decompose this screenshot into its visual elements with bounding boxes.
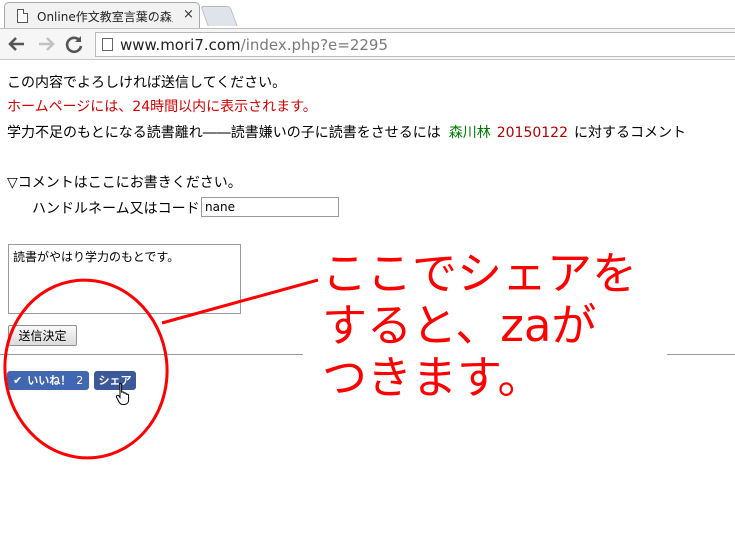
article-author: 森川林 <box>448 125 491 141</box>
page-icon <box>102 38 113 51</box>
like-label: いいね！ <box>27 374 72 387</box>
document-icon <box>17 9 28 23</box>
forward-arrow-icon[interactable] <box>35 33 57 55</box>
url-host: www.mori7.com <box>120 36 241 54</box>
annotation-line-1: ここでシェアを <box>322 247 638 300</box>
address-bar[interactable]: www.mori7.com/index.php?e=2295 <box>95 32 735 57</box>
comment-textarea[interactable]: 読書がやはり学力のもとです。 <box>8 244 241 314</box>
annotation-text: ここでシェアを すると、zaが つきます。 <box>322 248 637 404</box>
tab-title: Online作文教室言葉の森／ <box>37 10 173 24</box>
article-suffix: に対するコメント <box>573 125 686 141</box>
annotation-line-2: すると、zaが <box>322 299 597 352</box>
annotation-line-3: つきます。 <box>322 351 543 404</box>
url-path: /index.php?e=2295 <box>240 36 389 54</box>
article-title: 学力不足のもとになる読書離れ――読書嫌いの子に読書をさせるには <box>7 125 441 141</box>
comment-prompt: ▽コメントはここにお書きください。 <box>7 175 242 191</box>
hand-cursor-icon <box>115 382 131 410</box>
handle-input[interactable] <box>201 197 339 217</box>
handle-label: ハンドルネーム又はコード: <box>32 201 205 217</box>
article-line: 学力不足のもとになる読書離れ――読書嫌いの子に読書をさせるには 森川林 201501… <box>7 122 686 142</box>
reload-icon[interactable] <box>63 33 85 55</box>
close-icon[interactable]: × <box>183 7 194 22</box>
notice-text: ホームページには、24時間以内に表示されます。 <box>7 99 317 115</box>
divider <box>0 354 303 355</box>
like-button[interactable]: ✔ いいね！ 2 <box>7 371 89 390</box>
article-date: 20150122 <box>496 125 568 141</box>
confirm-text: この内容でよろしければ送信してください。 <box>7 75 287 91</box>
back-arrow-icon[interactable] <box>6 33 28 55</box>
divider <box>667 354 735 355</box>
url-text: www.mori7.com/index.php?e=2295 <box>120 36 388 54</box>
tab-strip: Online作文教室言葉の森／ × <box>0 0 735 28</box>
check-icon: ✔ <box>13 374 23 387</box>
browser-toolbar: www.mori7.com/index.php?e=2295 <box>0 28 735 60</box>
new-tab-button[interactable] <box>200 6 238 26</box>
submit-button[interactable]: 送信決定 <box>8 325 77 346</box>
like-count: 2 <box>76 374 84 387</box>
browser-tab[interactable]: Online作文教室言葉の森／ × <box>4 2 200 28</box>
